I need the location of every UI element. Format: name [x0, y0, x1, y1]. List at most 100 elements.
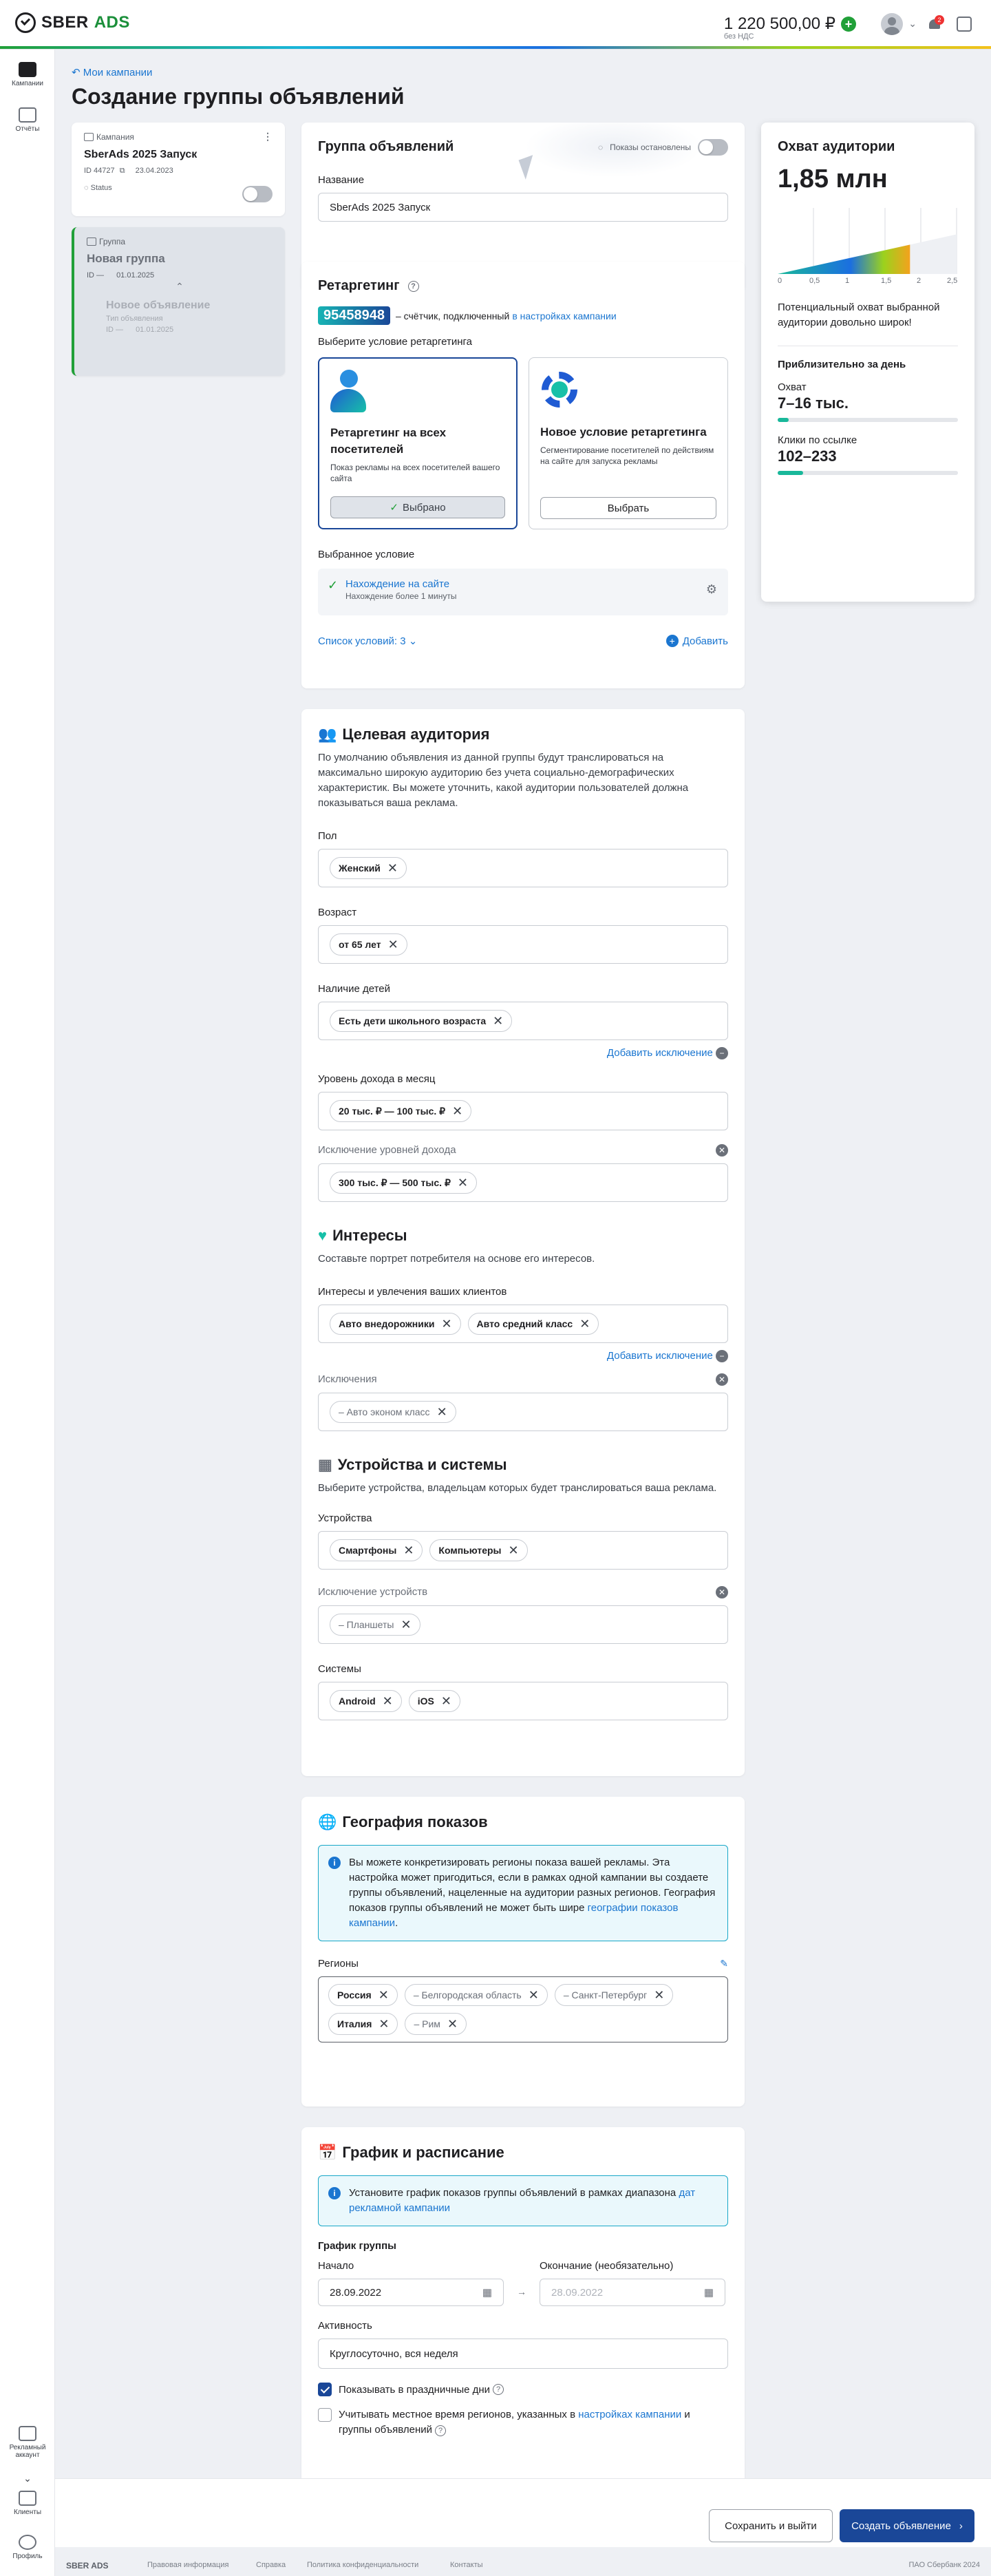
- chevron-down-icon[interactable]: ⌄: [908, 18, 917, 30]
- clear-icon[interactable]: ✕: [716, 1586, 728, 1598]
- chevron-up-icon[interactable]: ⌃: [87, 281, 273, 293]
- close-icon[interactable]: ✕: [441, 1695, 451, 1707]
- kids-chip[interactable]: Есть дети школьного возраста ✕: [330, 1010, 513, 1032]
- sidebar-item-reports[interactable]: Отчёты: [0, 107, 55, 133]
- campaign-settings-link[interactable]: в настройках кампании: [512, 310, 616, 321]
- logout-icon[interactable]: [957, 17, 972, 32]
- age-chip[interactable]: от 65 лет ✕: [330, 933, 407, 956]
- interest-chip[interactable]: Авто средний класс ✕: [467, 1313, 599, 1335]
- campaign-status-toggle[interactable]: [242, 186, 273, 202]
- close-icon[interactable]: ✕: [383, 1695, 393, 1707]
- avatar[interactable]: [881, 13, 903, 35]
- choose-button[interactable]: Выбрать: [540, 497, 716, 519]
- close-icon[interactable]: ✕: [403, 1544, 414, 1556]
- close-icon[interactable]: ✕: [379, 2018, 389, 2030]
- interest-chip[interactable]: Авто внедорожники ✕: [330, 1313, 461, 1335]
- kebab-menu-icon[interactable]: ⋮: [263, 131, 273, 142]
- close-icon[interactable]: ✕: [493, 1015, 503, 1027]
- help-icon[interactable]: ?: [407, 280, 419, 292]
- save-exit-button[interactable]: Сохранить и выйти: [709, 2509, 833, 2542]
- close-icon[interactable]: ✕: [579, 1318, 590, 1330]
- gear-icon[interactable]: ⚙: [706, 582, 717, 597]
- ad-item[interactable]: Новое объявление Тип объявления ID — 01.0…: [87, 299, 273, 334]
- option-new-condition[interactable]: Новое условие ретаргетинга Сегментирован…: [529, 357, 728, 529]
- income-exclusion-input[interactable]: 300 тыс. ₽ — 500 тыс. ₽ ✕: [318, 1163, 728, 1202]
- add-exclusion-interests[interactable]: Добавить исключение −: [318, 1350, 728, 1362]
- sber-ads-logo[interactable]: SBER ADS: [15, 12, 130, 33]
- device-chip[interactable]: Смартфоны ✕: [330, 1539, 423, 1561]
- close-icon[interactable]: ✕: [509, 1544, 519, 1556]
- chevron-down-icon[interactable]: ⌄: [0, 2473, 55, 2484]
- create-ad-button[interactable]: Создать объявление ›: [840, 2509, 974, 2542]
- region-chip[interactable]: – Белгородская область ✕: [404, 1984, 548, 2006]
- breadcrumb-link[interactable]: Мои кампании: [83, 67, 153, 78]
- selected-condition[interactable]: ✓ Нахождение на сайте Нахождение более 1…: [318, 569, 728, 615]
- start-date-input[interactable]: 28.09.2022 ▦: [318, 2279, 504, 2306]
- systems-input[interactable]: Android ✕ iOS ✕: [318, 1682, 728, 1720]
- interest-exclusion-chip[interactable]: – Авто эконом класс ✕: [330, 1401, 456, 1423]
- footer-link-privacy[interactable]: Политика конфиденциальности: [307, 2561, 418, 2569]
- close-icon[interactable]: ✕: [441, 1318, 451, 1330]
- localtime-checkbox-row[interactable]: Учитывать местное время регионов, указан…: [318, 2407, 728, 2438]
- end-date-input[interactable]: 28.09.2022 ▦: [540, 2279, 725, 2306]
- group-name-input[interactable]: SberAds 2025 Запуск: [318, 193, 728, 222]
- region-chip[interactable]: – Рим ✕: [405, 2013, 467, 2035]
- clear-icon[interactable]: ✕: [716, 1373, 728, 1386]
- region-chip[interactable]: Россия ✕: [328, 1984, 398, 2006]
- devices-exclusion-input[interactable]: – Планшеты ✕: [318, 1605, 728, 1644]
- interests-input[interactable]: Авто внедорожники ✕ Авто средний класс ✕: [318, 1305, 728, 1343]
- interests-exclusion-input[interactable]: – Авто эконом класс ✕: [318, 1393, 728, 1431]
- group-card[interactable]: Группа Новая группа ID — 01.01.2025 ⌃ Нов…: [72, 227, 285, 376]
- age-input[interactable]: от 65 лет ✕: [318, 925, 728, 964]
- close-icon[interactable]: ✕: [529, 1989, 539, 2001]
- help-icon[interactable]: ?: [493, 2384, 504, 2395]
- top-up-button[interactable]: +: [841, 17, 856, 32]
- system-chip[interactable]: Android ✕: [330, 1690, 402, 1712]
- add-exclusion-kids[interactable]: Добавить исключение −: [318, 1047, 728, 1059]
- sidebar-item-profile[interactable]: Профиль: [0, 2535, 55, 2560]
- help-icon[interactable]: ?: [435, 2425, 447, 2436]
- copy-icon[interactable]: ⧉: [120, 167, 125, 175]
- region-chip[interactable]: – Санкт-Петербург ✕: [554, 1984, 674, 2006]
- sidebar-item-clients[interactable]: Клиенты: [0, 2491, 55, 2516]
- holidays-checkbox[interactable]: [318, 2383, 332, 2396]
- option-all-visitors[interactable]: Ретаргетинг на всех посетителей Показ ре…: [318, 357, 518, 529]
- income-chip[interactable]: 20 тыс. ₽ — 100 тыс. ₽ ✕: [330, 1100, 472, 1122]
- close-icon[interactable]: ✕: [458, 1176, 468, 1189]
- income-input[interactable]: 20 тыс. ₽ — 100 тыс. ₽ ✕: [318, 1092, 728, 1130]
- footer-link-contacts[interactable]: Контакты: [450, 2561, 483, 2569]
- gender-chip[interactable]: Женский ✕: [330, 857, 407, 879]
- devices-input[interactable]: Смартфоны ✕ Компьютеры ✕: [318, 1531, 728, 1570]
- footer-link-legal[interactable]: Правовая информация: [147, 2561, 228, 2569]
- close-icon[interactable]: ✕: [452, 1105, 462, 1117]
- regions-input[interactable]: Россия ✕ – Белгородская область ✕ – Санкт-…: [318, 1976, 728, 2042]
- bell-icon[interactable]: 2: [926, 15, 944, 33]
- edit-icon[interactable]: ✎: [720, 1958, 728, 1970]
- selected-button[interactable]: ✓ Выбрано: [330, 496, 505, 518]
- income-exclusion-chip[interactable]: 300 тыс. ₽ — 500 тыс. ₽ ✕: [330, 1172, 477, 1194]
- sidebar-item-campaigns[interactable]: Кампании: [0, 62, 55, 87]
- close-icon[interactable]: ✕: [387, 862, 398, 874]
- calendar-icon[interactable]: ▦: [704, 2286, 714, 2299]
- add-condition-button[interactable]: + Добавить: [665, 635, 728, 647]
- device-chip[interactable]: Компьютеры ✕: [429, 1539, 528, 1561]
- conditions-list-toggle[interactable]: Список условий: 3 ⌄: [318, 635, 417, 647]
- region-chip[interactable]: Италия ✕: [328, 2013, 398, 2035]
- shows-toggle[interactable]: [698, 139, 728, 156]
- campaign-card[interactable]: Кампания ⋮ SberAds 2025 Запуск ID 44727 …: [72, 123, 285, 216]
- device-exclusion-chip[interactable]: – Планшеты ✕: [330, 1614, 420, 1636]
- gender-input[interactable]: Женский ✕: [318, 849, 728, 887]
- activity-input[interactable]: Круглосуточно, вся неделя: [318, 2339, 728, 2369]
- close-icon[interactable]: ✕: [379, 1989, 389, 2001]
- close-icon[interactable]: ✕: [388, 938, 398, 951]
- system-chip[interactable]: iOS ✕: [408, 1690, 460, 1712]
- footer-logo[interactable]: SBER ADS: [66, 2561, 109, 2570]
- campaign-settings-link[interactable]: настройках кампании: [578, 2409, 681, 2420]
- close-icon[interactable]: ✕: [447, 2018, 458, 2030]
- footer-link-help[interactable]: Справка: [256, 2561, 286, 2569]
- holidays-checkbox-row[interactable]: Показывать в праздничные дни?: [318, 2383, 728, 2396]
- breadcrumb[interactable]: ↶ Мои кампании: [72, 66, 152, 78]
- close-icon[interactable]: ✕: [401, 1618, 411, 1631]
- close-icon[interactable]: ✕: [437, 1406, 447, 1418]
- sidebar-item-ad-account[interactable]: Рекламный аккаунт: [0, 2426, 55, 2459]
